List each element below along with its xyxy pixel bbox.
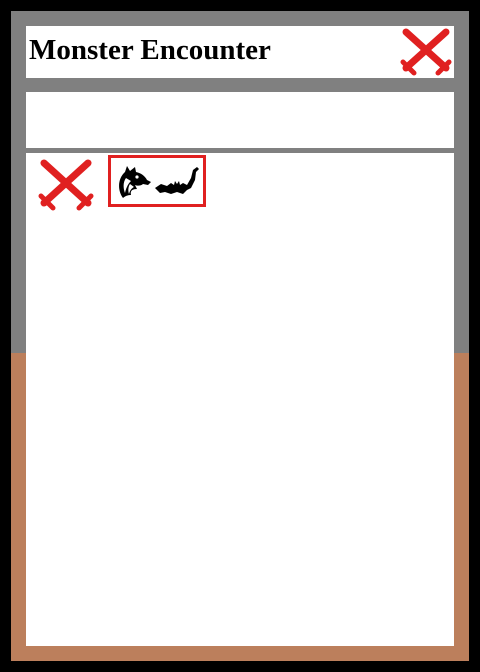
bat-icon (155, 166, 201, 198)
monster-group-selected[interactable] (108, 155, 206, 207)
card-title: Monster Encounter (29, 34, 271, 66)
monster-panel (26, 153, 454, 646)
wolf-head-icon (115, 164, 153, 200)
crossed-swords-icon[interactable] (400, 28, 452, 76)
subtitle-bar (26, 92, 454, 148)
crossed-swords-icon[interactable] (38, 157, 94, 211)
title-bar: Monster Encounter (26, 26, 454, 78)
